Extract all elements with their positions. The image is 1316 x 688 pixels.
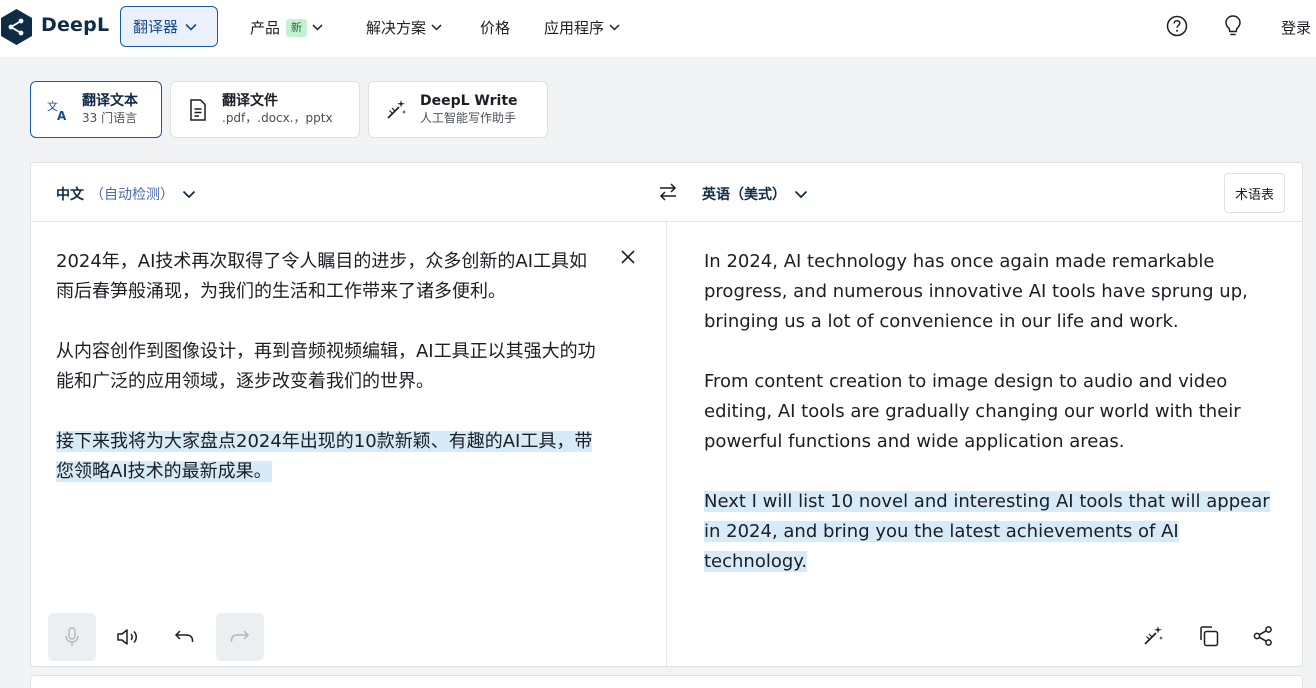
redo-icon — [230, 630, 250, 642]
brand-name[interactable]: DeepL — [41, 14, 109, 36]
swap-languages-icon[interactable] — [657, 181, 679, 203]
tab-title: 翻译文本 — [82, 93, 138, 109]
translator-dropdown[interactable]: 翻译器 — [120, 6, 218, 47]
chevron-down-icon — [431, 24, 442, 31]
chevron-down-icon — [312, 24, 323, 31]
nav-item-label: 解决方案 — [366, 19, 427, 37]
microphone-button[interactable] — [48, 613, 96, 661]
tab-translate-files[interactable]: 翻译文件 .pdf，.docx.，pptx — [170, 81, 360, 138]
panel-divider — [666, 222, 667, 667]
deepl-logo-icon[interactable] — [0, 8, 33, 46]
listen-button[interactable] — [104, 613, 152, 661]
translation-output: In 2024, AI technology has once again ma… — [704, 247, 1284, 607]
magic-wand-icon — [1144, 626, 1163, 645]
lightbulb-icon[interactable] — [1223, 14, 1243, 38]
svg-text:A: A — [57, 109, 67, 122]
source-paragraph-highlighted: 接下来我将为大家盘点2024年出现的10款新颖、有趣的AI工具，带您领略AI技术… — [56, 431, 593, 482]
nav-item-pricing[interactable]: 价格 — [480, 17, 510, 38]
new-badge: 新 — [286, 18, 308, 37]
translator-label: 翻译器 — [133, 18, 179, 36]
copy-button[interactable] — [1195, 622, 1223, 650]
nav-item-products[interactable]: 产品 新 — [250, 17, 323, 38]
source-language-selector[interactable]: 中文 （自动检测） — [56, 184, 196, 204]
lower-panel-edge — [30, 675, 1303, 688]
microphone-icon — [65, 627, 79, 646]
tab-translate-text[interactable]: 文 A 翻译文本 33 门语言 — [30, 81, 162, 138]
source-paragraph: 2024年，AI技术再次取得了令人瞩目的进步，众多创新的AI工具如雨后春笋般涌现… — [56, 251, 588, 302]
login-link[interactable]: 登录 — [1281, 17, 1311, 38]
tab-subtitle: 人工智能写作助手 — [420, 111, 517, 125]
nav-item-apps[interactable]: 应用程序 — [544, 17, 620, 38]
undo-icon — [174, 630, 194, 642]
target-paragraph: From content creation to image design to… — [704, 371, 1241, 452]
top-navigation: DeepL 翻译器 产品 新 解决方案 价格 应用程序 登录 — [0, 0, 1316, 57]
target-paragraph: In 2024, AI technology has once again ma… — [704, 251, 1248, 332]
translator-panel: 中文 （自动检测） 英语（美式） 术语表 2024年，AI技术再次取得了令人瞩目… — [30, 162, 1303, 667]
chevron-down-icon — [182, 190, 196, 198]
source-paragraph: 从内容创作到图像设计，再到音频视频编辑，AI工具正以其强大的功能和广泛的应用领域… — [56, 341, 596, 392]
chevron-down-icon — [609, 24, 620, 31]
copy-icon — [1200, 626, 1219, 647]
tab-title: 翻译文件 — [222, 93, 278, 109]
tab-subtitle: .pdf，.docx.，pptx — [222, 111, 333, 125]
speaker-icon — [117, 629, 137, 645]
help-icon[interactable] — [1166, 15, 1188, 37]
nav-item-label: 应用程序 — [544, 19, 605, 37]
undo-button[interactable] — [160, 613, 208, 661]
nav-item-label: 产品 — [250, 19, 281, 37]
chevron-down-icon — [794, 190, 808, 198]
share-button[interactable] — [1249, 622, 1277, 650]
tab-deepl-write[interactable]: DeepL Write 人工智能写作助手 — [368, 81, 548, 138]
document-icon — [186, 98, 210, 122]
nav-item-label: 价格 — [480, 19, 511, 37]
glossary-button[interactable]: 术语表 — [1224, 173, 1285, 213]
magic-wand-icon — [384, 98, 408, 122]
improve-translation-button[interactable] — [1139, 622, 1167, 650]
close-icon[interactable] — [619, 248, 637, 266]
language-bar: 中文 （自动检测） 英语（美式） 术语表 — [31, 163, 1302, 222]
translate-icon: 文 A — [46, 98, 70, 122]
tab-subtitle: 33 门语言 — [82, 111, 138, 125]
auto-detect-label: （自动检测） — [90, 187, 174, 203]
chevron-down-icon — [185, 23, 197, 31]
share-icon — [1253, 626, 1272, 646]
target-paragraph-highlighted: Next I will list 10 novel and interestin… — [704, 491, 1270, 572]
source-text-input[interactable]: 2024年，AI技术再次取得了令人瞩目的进步，众多创新的AI工具如雨后春笋般涌现… — [56, 247, 604, 517]
redo-button[interactable] — [216, 613, 264, 661]
target-language-selector[interactable]: 英语（美式） — [702, 184, 808, 204]
tab-title: DeepL Write — [420, 93, 518, 109]
target-language: 英语（美式） — [702, 187, 786, 203]
source-language: 中文 — [56, 187, 84, 203]
nav-item-solutions[interactable]: 解决方案 — [366, 17, 442, 38]
